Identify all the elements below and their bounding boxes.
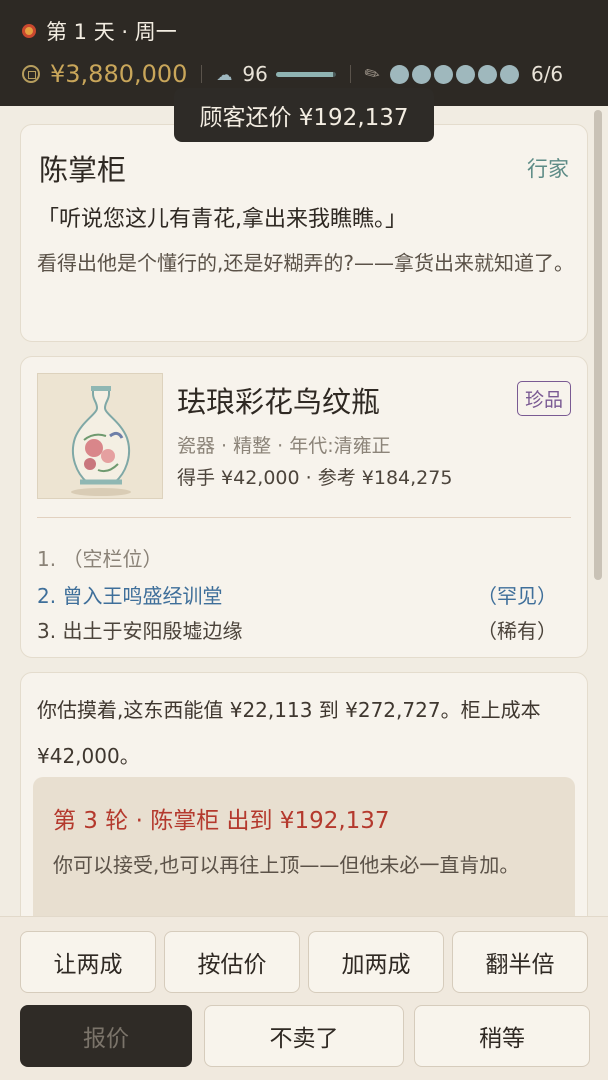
reputation-value: 96: [242, 62, 268, 86]
item-card: 珐琅彩花鸟纹瓶 珍品 瓷器 · 精整 · 年代:清雍正 得手 ¥42,000 ·…: [20, 356, 588, 658]
reputation-bar-fill: [275, 71, 334, 77]
customer-card: 陈掌柜 行家 「听说您这儿有青花,拿出来我瞧瞧。」 看得出他是个懂行的,还是好糊…: [20, 124, 588, 342]
item-meta: 瓷器 · 精整 · 年代:清雍正: [177, 435, 391, 457]
item-price: 得手 ¥42,000 · 参考 ¥184,275: [177, 467, 453, 489]
offer-description: 你可以接受,也可以再往上顶——但他未必一直肯加。: [53, 853, 520, 877]
raise-20-button[interactable]: 加两成: [308, 931, 444, 993]
rarity-badge: 珍品: [516, 381, 571, 416]
cloud-icon: ☁: [216, 64, 233, 84]
wait-button[interactable]: 稍等: [414, 1005, 590, 1067]
quote-button[interactable]: 报价: [20, 1005, 192, 1067]
brush-icon: ✎: [360, 61, 385, 87]
money-value: ¥3,880,000: [50, 60, 188, 88]
estimate-text: 你估摸着,这东西能值 ¥22,113 到 ¥272,727。柜上成本 ¥42,0…: [37, 698, 541, 768]
stamina-dot: [411, 64, 431, 84]
stamina-dot: [389, 64, 409, 84]
provenance-label: 1. （空栏位）: [37, 547, 163, 571]
stamina-dot: [455, 64, 475, 84]
provenance-tag: （稀有）: [477, 619, 557, 643]
counter-offer-toast: 顾客还价 ¥192,137: [174, 88, 434, 142]
customer-description: 看得出他是个懂行的,还是好糊弄的?——拿货出来就知道了。: [37, 251, 574, 275]
customer-tag: 行家: [527, 157, 569, 181]
coin-icon: [22, 65, 40, 83]
offer-title: 第 3 轮 · 陈掌柜 出到 ¥192,137: [53, 808, 390, 834]
raise-50-button[interactable]: 翻半倍: [452, 931, 588, 993]
resource-row: ¥3,880,000 ☁ 96 ✎ 6/6: [22, 60, 592, 88]
divider: [37, 517, 571, 518]
customer-quote: 「听说您这儿有青花,拿出来我瞧瞧。」: [37, 207, 407, 232]
provenance-label: 2. 曾入王鸣盛经训堂: [37, 584, 223, 608]
day-row: 第 1 天 · 周一: [22, 16, 177, 46]
stamina-dot: [477, 64, 497, 84]
item-name: 珐琅彩花鸟纹瓶: [177, 385, 381, 419]
stamina-value: 6/6: [530, 62, 564, 86]
action-panel: 让两成 按估价 加两成 翻半倍 报价 不卖了 稍等: [0, 916, 608, 1080]
reputation-bar: [275, 71, 336, 77]
provenance-tag: （罕见）: [477, 584, 557, 608]
divider: [201, 65, 203, 83]
provenance-slot-3[interactable]: 3. 出土于安阳殷墟边缘 （稀有）: [37, 615, 557, 644]
sun-icon: [22, 24, 36, 38]
vase-image: [37, 373, 163, 499]
provenance-slot-2[interactable]: 2. 曾入王鸣盛经训堂 （罕见）: [37, 580, 557, 609]
divider: [349, 65, 351, 83]
reject-button[interactable]: 不卖了: [204, 1005, 404, 1067]
stamina-dot: [433, 64, 453, 84]
stamina-dot: [499, 64, 519, 84]
scrollbar[interactable]: [594, 110, 602, 580]
provenance-slot-1[interactable]: 1. （空栏位）: [37, 543, 557, 572]
provenance-label: 3. 出土于安阳殷墟边缘: [37, 619, 243, 643]
discount-20-button[interactable]: 让两成: [20, 931, 156, 993]
day-label: 第 1 天 · 周一: [46, 20, 177, 44]
estimate-price-button[interactable]: 按估价: [164, 931, 300, 993]
customer-name: 陈掌柜: [39, 153, 127, 187]
stamina-dots: [389, 64, 519, 84]
